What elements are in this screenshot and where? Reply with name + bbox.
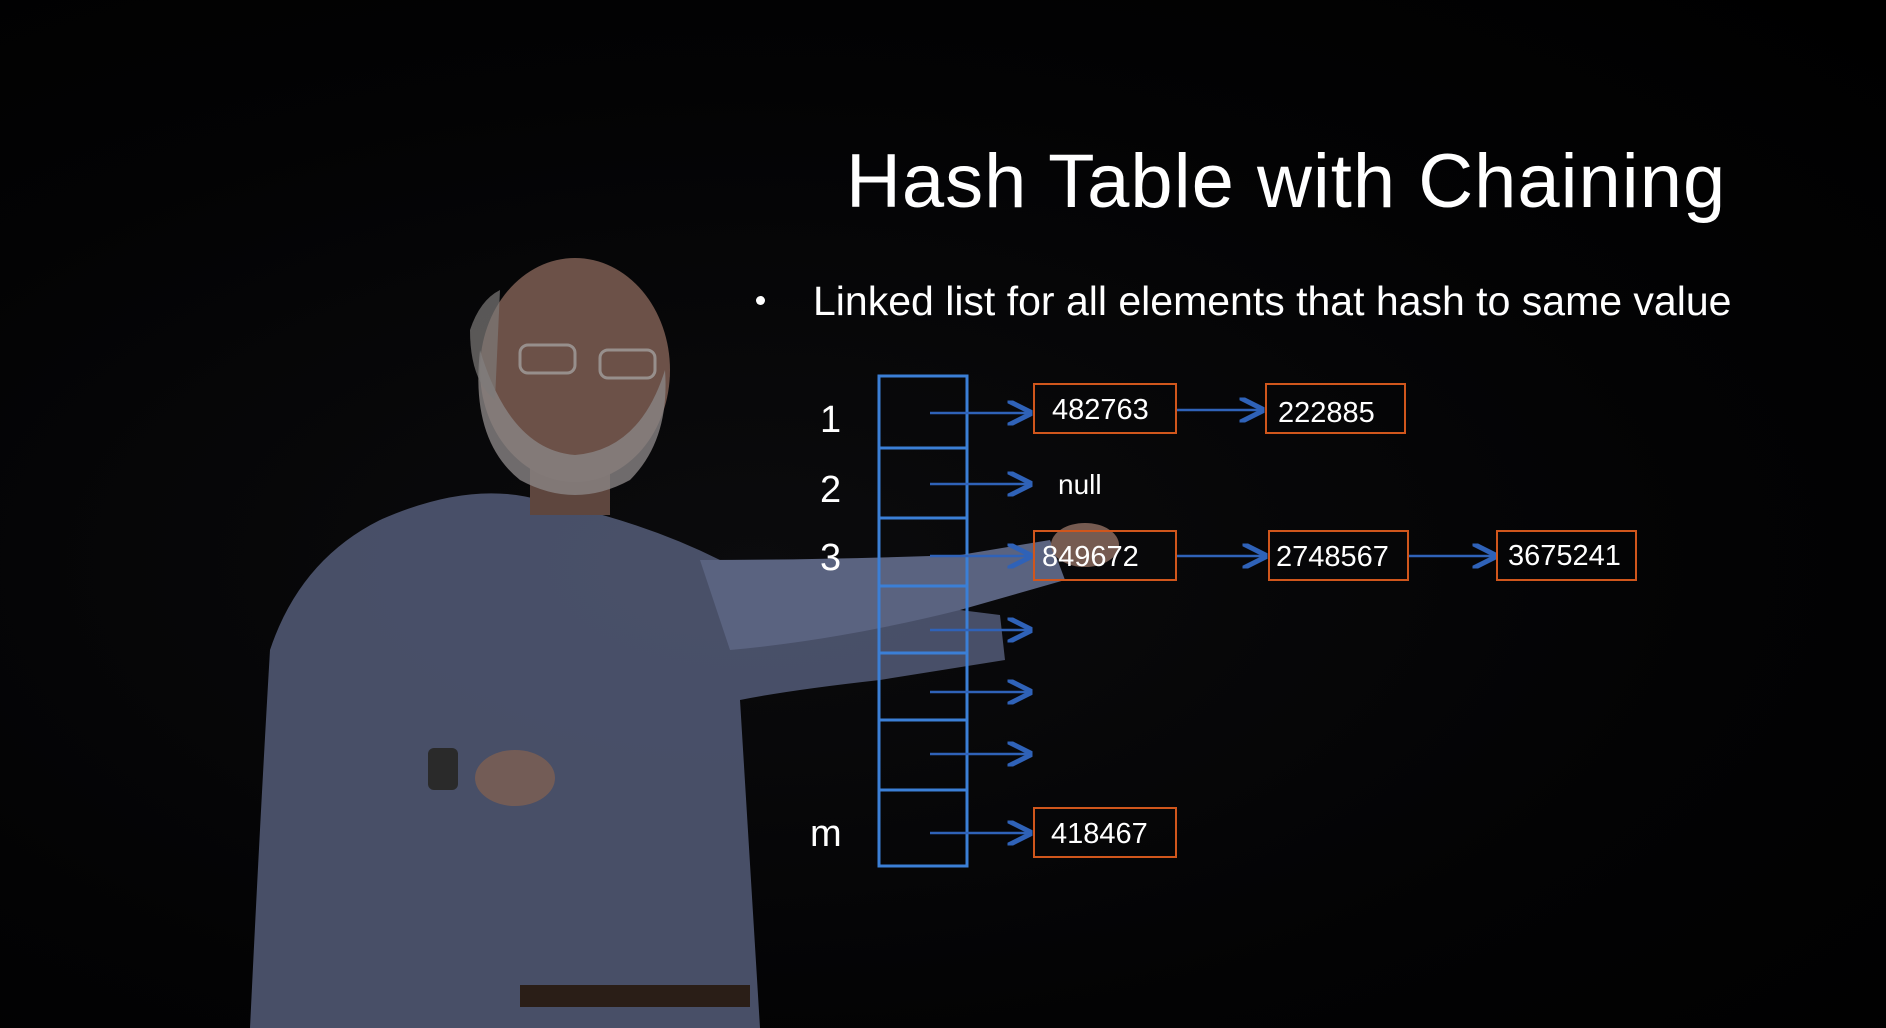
- node-value: 2748567: [1276, 541, 1389, 573]
- hash-table-diagram: 1 2 3 m 482763 222885 null 849672 274856…: [810, 374, 1637, 868]
- node-value: 222885: [1278, 397, 1375, 429]
- slot-label-m: m: [810, 813, 842, 855]
- slot-label-1: 1: [820, 399, 841, 441]
- node-value: 3675241: [1508, 540, 1621, 572]
- list-nodes: [1033, 383, 1637, 858]
- slot-label-3: 3: [820, 537, 841, 579]
- node-value: 482763: [1052, 394, 1149, 426]
- node-value: 849672: [1042, 541, 1139, 573]
- node-value: 418467: [1051, 818, 1148, 850]
- slide: Hash Table with Chaining Linked list for…: [0, 0, 1886, 1028]
- slot-label-2: 2: [820, 469, 841, 511]
- slot-pointers: [930, 410, 1495, 833]
- hash-table-array: [877, 374, 969, 868]
- null-value: null: [1058, 469, 1102, 500]
